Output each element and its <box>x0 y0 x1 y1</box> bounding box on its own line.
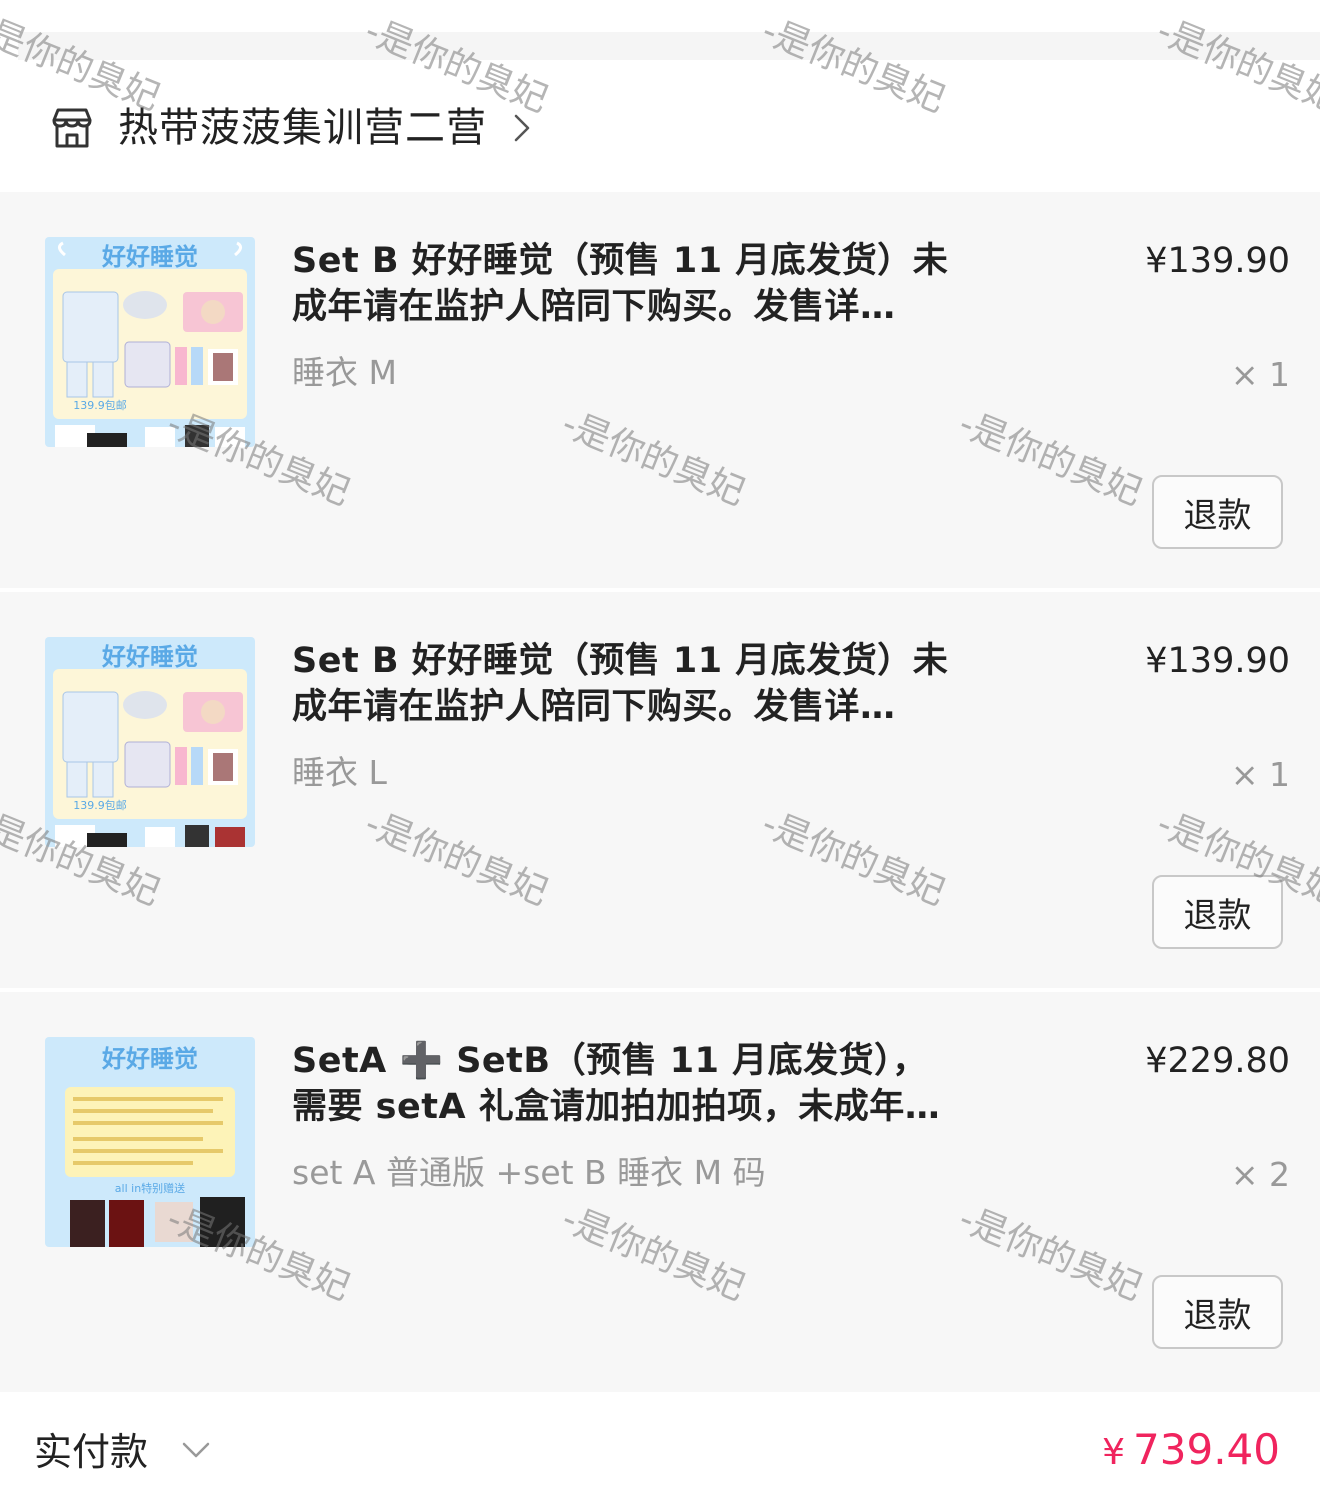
thumb-caption: all in特别赠送 <box>115 1181 185 1195</box>
product-spec: 睡衣 M <box>292 353 397 392</box>
currency-symbol: ¥ <box>1102 1432 1126 1473</box>
chevron-down-icon[interactable] <box>180 1438 212 1464</box>
thumb-price: 139.9包邮 <box>73 399 127 412</box>
product-title[interactable]: Set B 好好睡觉（预售 11 月底发货）未成年请在监护人陪同下购买。发售详… <box>292 638 962 730</box>
shop-header[interactable]: 热带菠菠集训营二营 <box>0 60 1320 192</box>
product-quantity: × 1 <box>1230 355 1290 394</box>
paid-amount-value: 739.40 <box>1133 1425 1280 1474</box>
thumb-title: 好好睡觉 <box>101 1045 198 1073</box>
order-item[interactable]: 好好睡觉 139.9包邮 Set B 好好睡觉（预售 11 月底发货）未成年请在… <box>0 592 1320 988</box>
product-quantity: × 2 <box>1230 1155 1290 1194</box>
product-title[interactable]: SetA ➕ SetB（预售 11 月底发货），需要 setA 礼盒请加拍加拍项… <box>292 1038 962 1130</box>
chevron-right-icon[interactable] <box>508 108 536 148</box>
product-spec: 睡衣 L <box>292 753 387 792</box>
status-spacer <box>0 0 1320 32</box>
product-spec: set A 普通版 +set B 睡衣 M 码 <box>292 1153 766 1192</box>
paid-amount-label[interactable]: 实付款 <box>34 1428 148 1476</box>
product-price: ¥139.90 <box>1145 641 1290 681</box>
refund-button[interactable]: 退款 <box>1152 1275 1283 1349</box>
product-title[interactable]: Set B 好好睡觉（预售 11 月底发货）未成年请在监护人陪同下购买。发售详… <box>292 238 962 330</box>
payment-summary: 实付款 ¥739.40 <box>0 1392 1320 1493</box>
store-icon <box>52 108 92 148</box>
thumb-title: 好好睡觉 <box>101 643 198 671</box>
thumb-price: 139.9包邮 <box>73 799 127 812</box>
refund-button[interactable]: 退款 <box>1152 875 1283 949</box>
product-quantity: × 1 <box>1230 755 1290 794</box>
product-thumbnail[interactable]: 好好睡觉 139.9包邮 <box>45 637 255 847</box>
order-item[interactable]: 好好睡觉 139.9包邮 Set B 好好睡觉（预售 11 月底发货）未成年请在… <box>0 192 1320 588</box>
shop-name[interactable]: 热带菠菠集训营二营 <box>118 102 487 154</box>
product-price: ¥229.80 <box>1145 1041 1290 1081</box>
paid-amount: ¥739.40 <box>1102 1424 1280 1479</box>
product-price: ¥139.90 <box>1145 241 1290 281</box>
refund-button[interactable]: 退款 <box>1152 475 1283 549</box>
top-separator <box>18 32 1320 60</box>
thumb-title: 好好睡觉 <box>101 243 198 271</box>
product-thumbnail[interactable]: 好好睡觉 all in特别赠送 <box>45 1037 255 1247</box>
product-thumbnail[interactable]: 好好睡觉 139.9包邮 <box>45 237 255 447</box>
order-item[interactable]: 好好睡觉 all in特别赠送 SetA ➕ SetB（预售 11 月底发货），… <box>0 992 1320 1392</box>
